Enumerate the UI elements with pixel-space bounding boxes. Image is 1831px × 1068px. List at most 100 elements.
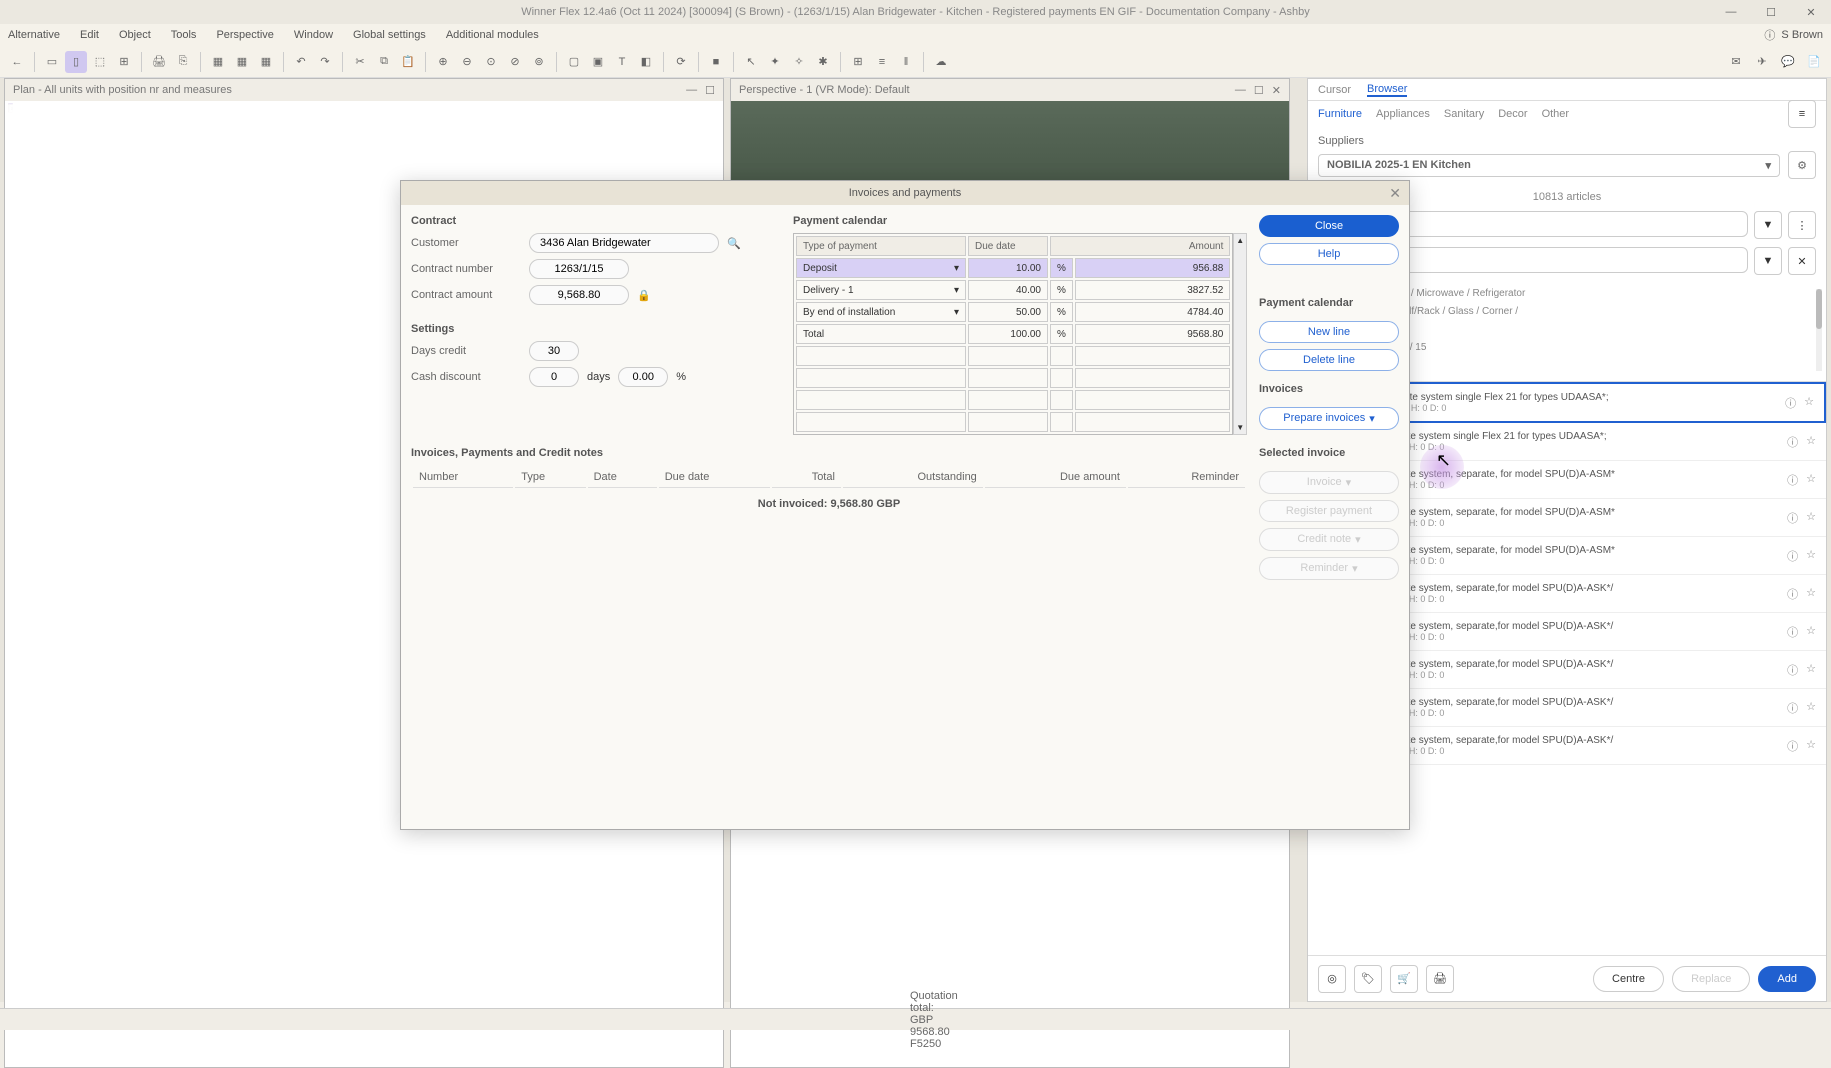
paste-icon[interactable]: 📋 — [397, 51, 419, 73]
star-icon[interactable]: ☆ — [1806, 434, 1816, 450]
info-icon[interactable]: ⓘ — [1787, 586, 1798, 602]
help-button[interactable]: Help — [1259, 243, 1399, 265]
info-icon[interactable]: ⓘ — [1787, 700, 1798, 716]
menu-tools[interactable]: Tools — [171, 29, 197, 41]
menu-edit[interactable]: Edit — [80, 29, 99, 41]
cd-days-field[interactable] — [529, 367, 579, 387]
circ-2-icon[interactable]: ⊖ — [456, 51, 478, 73]
layout-toggle-icon[interactable]: ≡ — [1788, 100, 1816, 128]
pointer-icon[interactable]: ↖ — [740, 51, 762, 73]
info-icon[interactable]: ⓘ — [1785, 395, 1796, 411]
customer-field[interactable] — [529, 233, 719, 253]
align-2-icon[interactable]: ‖ — [895, 51, 917, 73]
cloud-icon[interactable]: ☁ — [930, 51, 952, 73]
tool-2[interactable]: ▯ — [65, 51, 87, 73]
shape-3-icon[interactable]: ◧ — [635, 51, 657, 73]
doc-icon[interactable]: 📄 — [1803, 51, 1825, 73]
filter-icon[interactable]: ▼ — [1754, 211, 1782, 239]
modal-close-icon[interactable]: ✕ — [1389, 185, 1401, 202]
more-icon[interactable]: ⋮ — [1788, 211, 1816, 239]
perspective-3d-view[interactable] — [731, 101, 1289, 181]
refresh-icon[interactable]: ⟳ — [670, 51, 692, 73]
cat-appliances[interactable]: Appliances — [1376, 108, 1430, 120]
info-icon[interactable]: ⓘ — [1787, 510, 1798, 526]
send-icon[interactable]: ✈ — [1751, 51, 1773, 73]
centre-button[interactable]: Centre — [1593, 966, 1664, 992]
maximize-button[interactable]: ☐ — [1751, 0, 1791, 24]
grid-icon[interactable]: ⊞ — [847, 51, 869, 73]
tag-2-icon[interactable]: ▦ — [231, 51, 253, 73]
star-icon[interactable]: ☆ — [1806, 624, 1816, 640]
info-icon[interactable]: ⓘ — [1787, 548, 1798, 564]
add-button[interactable]: Add — [1758, 966, 1816, 992]
tool-3[interactable]: ⬚ — [89, 51, 111, 73]
persp-close[interactable]: ✕ — [1272, 84, 1281, 97]
sel-register-button[interactable]: Register payment — [1259, 500, 1399, 522]
align-1-icon[interactable]: ≡ — [871, 51, 893, 73]
menu-window[interactable]: Window — [294, 29, 333, 41]
cut-icon[interactable]: ✂ — [349, 51, 371, 73]
snap-3-icon[interactable]: ✱ — [812, 51, 834, 73]
supplier-select[interactable]: NOBILIA 2025-1 EN Kitchen ▾ — [1318, 154, 1780, 177]
copy-icon[interactable]: ⎘ — [172, 51, 194, 73]
contract-amount-field[interactable] — [529, 285, 629, 305]
info-icon[interactable]: ⓘ — [1787, 434, 1798, 450]
payment-row[interactable]: Total100.00%9568.80 — [796, 324, 1230, 344]
payment-row[interactable]: Delivery - 1▾40.00%3827.52 — [796, 280, 1230, 300]
sel-invoice-button[interactable]: Invoice▾ — [1259, 471, 1399, 494]
newline-button[interactable]: New line — [1259, 321, 1399, 343]
username[interactable]: S Brown — [1781, 29, 1823, 41]
text-icon[interactable]: T — [611, 51, 633, 73]
sel-reminder-button[interactable]: Reminder▾ — [1259, 557, 1399, 580]
info-icon[interactable]: ⓘ — [1787, 662, 1798, 678]
mail-icon[interactable]: ✉ — [1725, 51, 1747, 73]
tag-3-icon[interactable]: ▦ — [255, 51, 277, 73]
replace-button[interactable]: Replace — [1672, 966, 1750, 992]
chevron-down-icon[interactable]: ▾ — [954, 263, 959, 274]
star-icon[interactable]: ☆ — [1806, 586, 1816, 602]
tag-1-icon[interactable]: ▦ — [207, 51, 229, 73]
cat-sanitary[interactable]: Sanitary — [1444, 108, 1484, 120]
persp-minimize[interactable]: — — [1235, 84, 1246, 97]
help-icon[interactable]: ⓘ — [1764, 27, 1775, 43]
tool-1[interactable]: ▭ — [41, 51, 63, 73]
circ-3-icon[interactable]: ⊙ — [480, 51, 502, 73]
close-button[interactable]: Close — [1259, 215, 1399, 237]
footer-print-icon[interactable]: 🖨 — [1426, 965, 1454, 993]
cat-furniture[interactable]: Furniture — [1318, 108, 1362, 120]
star-icon[interactable]: ☆ — [1804, 395, 1814, 411]
close-button[interactable]: ✕ — [1791, 0, 1831, 24]
plan-minimize[interactable]: — — [686, 84, 697, 97]
menu-perspective[interactable]: Perspective — [216, 29, 273, 41]
days-credit-field[interactable] — [529, 341, 579, 361]
snap-2-icon[interactable]: ✧ — [788, 51, 810, 73]
prepare-invoices-button[interactable]: Prepare invoices▾ — [1259, 407, 1399, 430]
circ-1-icon[interactable]: ⊕ — [432, 51, 454, 73]
shape-2-icon[interactable]: ▣ — [587, 51, 609, 73]
print-icon[interactable]: 🖨 — [148, 51, 170, 73]
footer-tag-icon[interactable]: 🏷 — [1354, 965, 1382, 993]
menu-additional-modules[interactable]: Additional modules — [446, 29, 539, 41]
cd-pct-field[interactable] — [618, 367, 668, 387]
sel-credit-button[interactable]: Credit note▾ — [1259, 528, 1399, 551]
supplier-settings-icon[interactable]: ⚙ — [1788, 151, 1816, 179]
shape-1-icon[interactable]: ▢ — [563, 51, 585, 73]
payment-row[interactable]: By end of installation▾50.00%4784.40 — [796, 302, 1230, 322]
menu-global-settings[interactable]: Global settings — [353, 29, 426, 41]
square-icon[interactable]: ■ — [705, 51, 727, 73]
back-icon[interactable]: ← — [6, 51, 28, 73]
cat-decor[interactable]: Decor — [1498, 108, 1527, 120]
snap-1-icon[interactable]: ✦ — [764, 51, 786, 73]
circ-4-icon[interactable]: ⊘ — [504, 51, 526, 73]
menu-object[interactable]: Object — [119, 29, 151, 41]
info-icon[interactable]: ⓘ — [1787, 472, 1798, 488]
tab-cursor[interactable]: Cursor — [1318, 84, 1351, 96]
footer-target-icon[interactable]: ◎ — [1318, 965, 1346, 993]
info-icon[interactable]: ⓘ — [1787, 624, 1798, 640]
paycal-scrollbar[interactable]: ▲▼ — [1233, 233, 1247, 435]
delline-button[interactable]: Delete line — [1259, 349, 1399, 371]
star-icon[interactable]: ☆ — [1806, 510, 1816, 526]
undo-icon[interactable]: ↶ — [290, 51, 312, 73]
minimize-button[interactable]: — — [1711, 0, 1751, 24]
redo-icon[interactable]: ↷ — [314, 51, 336, 73]
